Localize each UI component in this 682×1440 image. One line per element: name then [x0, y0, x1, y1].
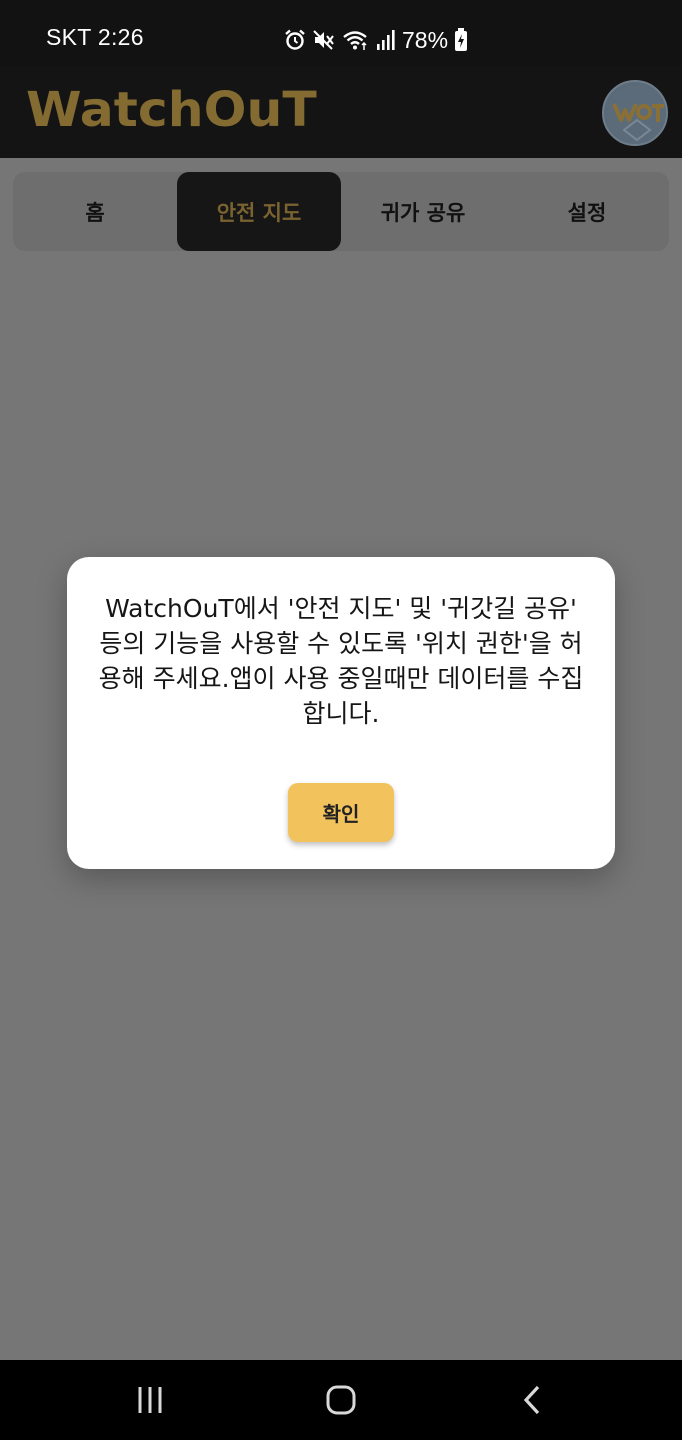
permission-dialog: WatchOuT에서 '안전 지도' 및 '귀갓길 공유' 등의 기능을 사용할…: [67, 557, 615, 869]
tab-home[interactable]: 홈: [13, 172, 177, 251]
wifi-icon: [343, 31, 367, 50]
recent-apps-icon: [138, 1387, 162, 1413]
confirm-button[interactable]: 확인: [288, 783, 394, 842]
signal-icon: [377, 30, 395, 50]
system-nav-bar: [0, 1360, 682, 1440]
status-bar: SKT 2:26 78%: [0, 0, 682, 66]
home-button[interactable]: [311, 1378, 371, 1422]
app-logo: WatchOuT: [26, 82, 317, 138]
tab-share-return[interactable]: 귀가 공유: [341, 172, 505, 251]
alarm-icon: [285, 29, 305, 50]
tab-bar: 홈 안전 지도 귀가 공유 설정: [13, 172, 669, 251]
dialog-message: WatchOuT에서 '안전 지도' 및 '귀갓길 공유' 등의 기능을 사용할…: [98, 594, 584, 728]
home-icon: [326, 1385, 356, 1415]
battery-charging-icon: [455, 28, 468, 51]
tab-safety-map[interactable]: 안전 지도: [177, 172, 341, 251]
app-header: WatchOuT: [0, 66, 682, 158]
back-icon: [523, 1385, 540, 1415]
avatar[interactable]: [602, 80, 668, 146]
status-icons: 78%: [284, 24, 468, 56]
recent-apps-button[interactable]: [120, 1378, 180, 1422]
status-carrier-time: SKT 2:26: [46, 24, 144, 50]
mute-icon: [313, 30, 334, 50]
battery-percent: 78%: [402, 26, 449, 53]
back-button[interactable]: [502, 1378, 562, 1422]
tab-settings[interactable]: 설정: [505, 172, 669, 251]
